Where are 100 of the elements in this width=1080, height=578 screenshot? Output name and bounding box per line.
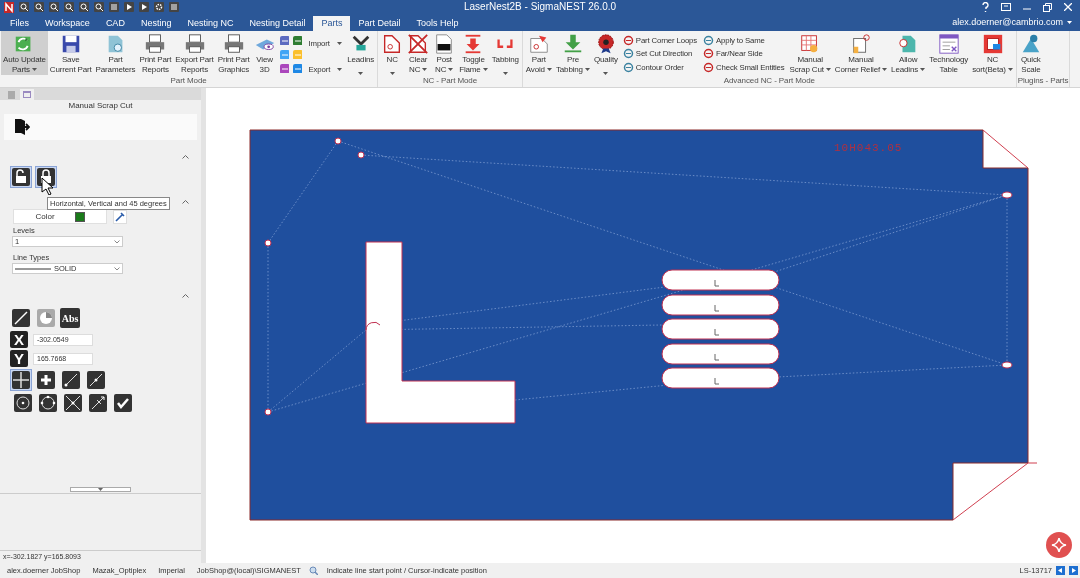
- snap-button[interactable]: [12, 392, 34, 414]
- intersection-icon: [64, 394, 82, 412]
- perpendicular-icon: [89, 394, 107, 412]
- circle-quadrant-icon: [39, 394, 57, 412]
- ribbon-button[interactable]: Manual Corner Relief: [832, 31, 890, 75]
- ribbon-button[interactable]: Print Part Graphics: [215, 31, 252, 75]
- magnifier-icon: [79, 2, 89, 12]
- ribbon-button[interactable]: Part Parameters: [93, 31, 138, 75]
- exit-door-icon: [14, 118, 30, 136]
- exit-button[interactable]: [12, 116, 32, 138]
- diagonal-line-icon: [12, 309, 30, 327]
- caret-icon: [1067, 20, 1072, 24]
- line-end-icon: [62, 371, 80, 389]
- magnifier-icon: [19, 2, 29, 12]
- ribbon-button[interactable]: Tabbing: [489, 31, 521, 75]
- no-entry-icon: [703, 61, 715, 73]
- ribbon-button[interactable]: Post NC: [431, 31, 458, 75]
- previous-icon: [1056, 566, 1065, 575]
- ribbon-button[interactable]: Toggle Flame: [457, 31, 490, 75]
- ribbon-button[interactable]: NC: [379, 31, 406, 75]
- ribbon-tab[interactable]: Part Detail: [350, 16, 409, 31]
- chevron-up-icon: [182, 155, 189, 159]
- ribbon-button[interactable]: Technology Table: [927, 31, 971, 75]
- magnifier-icon: [64, 2, 74, 12]
- group-label: Part Mode: [169, 76, 208, 87]
- ribbon-tab[interactable]: Nesting: [132, 16, 180, 31]
- snap-button[interactable]: [60, 369, 82, 391]
- ribbon-button[interactable]: NC sort(Beta): [970, 31, 1015, 75]
- app-logo-icon: [4, 1, 14, 13]
- axis-label: X: [10, 331, 28, 348]
- window-icon: [23, 91, 31, 98]
- plus-icon: [37, 371, 55, 389]
- snap-button[interactable]: [37, 392, 59, 414]
- ribbon-button[interactable]: Print Part Reports: [137, 31, 174, 75]
- magnifier-icon: [94, 2, 104, 12]
- eyedropper-icon: [115, 211, 125, 222]
- color-button[interactable]: Color: [13, 209, 107, 224]
- ribbon-tab[interactable]: Nesting NC: [179, 16, 242, 31]
- ribbon-button[interactable]: Part Avoid: [523, 31, 554, 75]
- line-mid-icon: [87, 371, 105, 389]
- account-name[interactable]: alex.doerner@cambrio.com: [952, 17, 1063, 27]
- group-label: Plugins - Parts: [1017, 76, 1069, 87]
- axis-label: Y: [10, 350, 28, 367]
- checkmark-icon: [114, 394, 132, 412]
- help-icon: [982, 2, 989, 12]
- lock-button[interactable]: [10, 166, 32, 188]
- ribbon-button[interactable]: Pre Tabbing: [553, 31, 592, 75]
- magnifier-icon: [34, 2, 44, 12]
- chevron-up-icon: [182, 294, 189, 298]
- previous-button[interactable]: [1056, 566, 1065, 575]
- ribbon-button[interactable]: Leadins: [345, 31, 377, 75]
- ribbon-button[interactable]: View 3D: [251, 31, 278, 75]
- snap-button[interactable]: [112, 392, 134, 414]
- part-label: 10H043.05: [834, 142, 903, 154]
- close-icon: [1064, 3, 1072, 11]
- document-icon: [7, 90, 15, 99]
- circle-center-icon: [14, 394, 32, 412]
- ribbon-button[interactable]: Quick Scale: [1017, 31, 1044, 75]
- splitter-handle[interactable]: [70, 487, 131, 492]
- restore-icon: [1043, 2, 1052, 12]
- magnifier-icon: [49, 2, 59, 12]
- ribbon-button[interactable]: Auto Update Parts: [1, 31, 48, 75]
- caret-icon: [114, 239, 120, 244]
- snap-button[interactable]: [87, 392, 109, 414]
- window-title: LaserNest2B - SigmaNEST 26.0.0: [463, 1, 617, 12]
- ribbon-tab[interactable]: Tools Help: [408, 16, 467, 31]
- ribbon-display-icon: [1001, 3, 1011, 11]
- play-icon: [124, 2, 134, 12]
- ribbon-button[interactable]: Clear NC: [405, 31, 432, 75]
- ribbon-button[interactable]: Save Current Part: [47, 31, 94, 75]
- gear-icon: [154, 2, 164, 12]
- panel-title: Manual Scrap Cut: [67, 100, 134, 112]
- sparkle-icon: [1051, 537, 1067, 553]
- ribbon-tab[interactable]: Files: [2, 16, 37, 31]
- snap-button[interactable]: [35, 369, 57, 391]
- panel-tab[interactable]: [20, 89, 34, 100]
- abs-button[interactable]: Abs: [60, 308, 80, 328]
- caret-icon: [114, 266, 120, 271]
- ribbon-button[interactable]: Quality: [592, 31, 620, 75]
- ribbon-button[interactable]: Export Part Reports: [173, 31, 216, 75]
- assistant-button[interactable]: [1046, 532, 1072, 558]
- ribbon-button[interactable]: Manual Scrap Cut: [787, 31, 833, 75]
- chevron-up-icon: [182, 200, 189, 204]
- line-sample-icon: [15, 267, 51, 270]
- mouse-pointer-icon: [41, 177, 53, 195]
- play-icon: [139, 2, 149, 12]
- group-label: NC - Part Mode: [421, 76, 479, 87]
- group-label: Advanced NC - Part Mode: [722, 76, 816, 87]
- snap-button[interactable]: [85, 369, 107, 391]
- next-button[interactable]: [1069, 566, 1078, 575]
- ribbon-tab[interactable]: Nesting Detail: [241, 16, 314, 31]
- pie-icon: [37, 309, 55, 327]
- unlocked-padlock-icon: [12, 168, 30, 186]
- line-tool-button[interactable]: [10, 307, 32, 329]
- ribbon-tab[interactable]: CAD: [97, 16, 133, 31]
- ribbon-tab[interactable]: Parts: [313, 16, 351, 31]
- snap-button[interactable]: [62, 392, 84, 414]
- ribbon-button[interactable]: Allow Leadins: [889, 31, 928, 75]
- ribbon-tab[interactable]: Workspace: [37, 16, 98, 31]
- next-icon: [1069, 566, 1078, 575]
